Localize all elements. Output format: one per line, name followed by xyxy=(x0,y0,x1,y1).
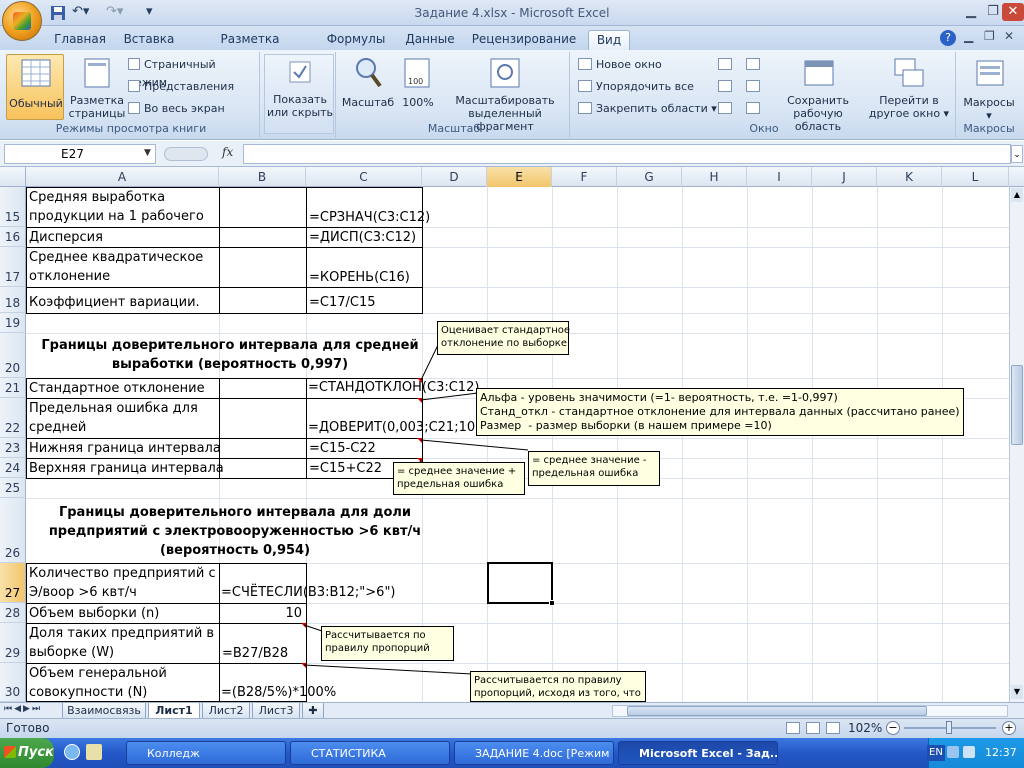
scroll-thumb[interactable] xyxy=(1011,365,1023,445)
show-desktop-icon[interactable] xyxy=(86,744,102,760)
zoom-in-icon[interactable]: + xyxy=(1002,721,1016,735)
page-layout-status-icon[interactable] xyxy=(806,722,820,734)
system-tray: EN 12:37 xyxy=(927,738,1024,768)
sheet-tab-list1[interactable]: Лист1 xyxy=(148,703,200,719)
scroll-up-icon[interactable]: ▲ xyxy=(1011,188,1023,202)
sheet-tab-list3[interactable]: Лист3 xyxy=(252,703,300,719)
sheet-nav-icons[interactable]: ⏮◀▶⏭ xyxy=(4,704,42,714)
windows-logo-icon xyxy=(4,746,16,758)
ie-icon[interactable] xyxy=(64,744,80,760)
comment-lower-bound: = среднее значение - предельная ошибка xyxy=(528,451,660,486)
scroll-down-icon[interactable]: ▼ xyxy=(1011,685,1023,699)
hscroll-thumb[interactable] xyxy=(627,706,927,716)
comment-proportion: Рассчитывается по правилу пропорций xyxy=(321,626,454,661)
vertical-scrollbar[interactable]: ▲ ▼ xyxy=(1009,187,1024,702)
task-kolledzh[interactable]: Колледж xyxy=(126,741,286,765)
zoom-out-icon[interactable]: − xyxy=(886,721,900,735)
status-bar: Готово 102% − + xyxy=(0,718,1024,738)
taskbar: Пуск Колледж СТАТИСТИКА ЗАДАНИЕ 4.doc [Р… xyxy=(0,738,1024,768)
volume-icon[interactable] xyxy=(963,746,975,758)
task-statistika[interactable]: СТАТИСТИКА xyxy=(290,741,450,765)
zoom-slider-thumb[interactable] xyxy=(946,721,952,734)
office-logo-icon xyxy=(13,12,31,30)
sheet-tab-list2[interactable]: Лист2 xyxy=(202,703,250,719)
page-break-status-icon[interactable] xyxy=(826,722,840,734)
sheet-tab-vzaimosvyaz[interactable]: Взаимосвязь xyxy=(62,703,146,719)
comment-upper-bound: = среднее значение + предельная ошибка xyxy=(393,462,525,495)
comment-stdev: Оценивает стандартное отклонение по выбо… xyxy=(437,321,570,355)
comment-arrows xyxy=(303,344,529,675)
task-word-doc[interactable]: ЗАДАНИЕ 4.doc [Режим ... xyxy=(454,741,614,765)
task-excel[interactable]: Microsoft Excel - Зад... xyxy=(618,741,778,765)
office-button[interactable] xyxy=(2,1,42,41)
horizontal-scrollbar[interactable] xyxy=(612,705,1008,717)
active-cell-e27[interactable] xyxy=(487,562,553,604)
normal-view-status-icon[interactable] xyxy=(786,722,800,734)
comment-population: Рассчитывается по правилу пропорций, исх… xyxy=(470,671,646,702)
clock: 12:37 xyxy=(985,746,1017,759)
sheet-tabs-bar: ⏮◀▶⏭ Взаимосвязь Лист1 Лист2 Лист3 ✚ xyxy=(0,702,1024,719)
start-button[interactable]: Пуск xyxy=(0,738,54,768)
comment-confidence: Альфа - уровень значимости (=1- вероятно… xyxy=(476,388,964,436)
status-ready: Готово xyxy=(6,721,50,735)
fill-handle[interactable] xyxy=(549,600,555,606)
zoom-level[interactable]: 102% xyxy=(848,721,882,735)
network-icon[interactable] xyxy=(947,746,959,758)
insert-sheet-icon[interactable]: ✚ xyxy=(302,703,324,719)
language-indicator[interactable]: EN xyxy=(927,745,945,761)
